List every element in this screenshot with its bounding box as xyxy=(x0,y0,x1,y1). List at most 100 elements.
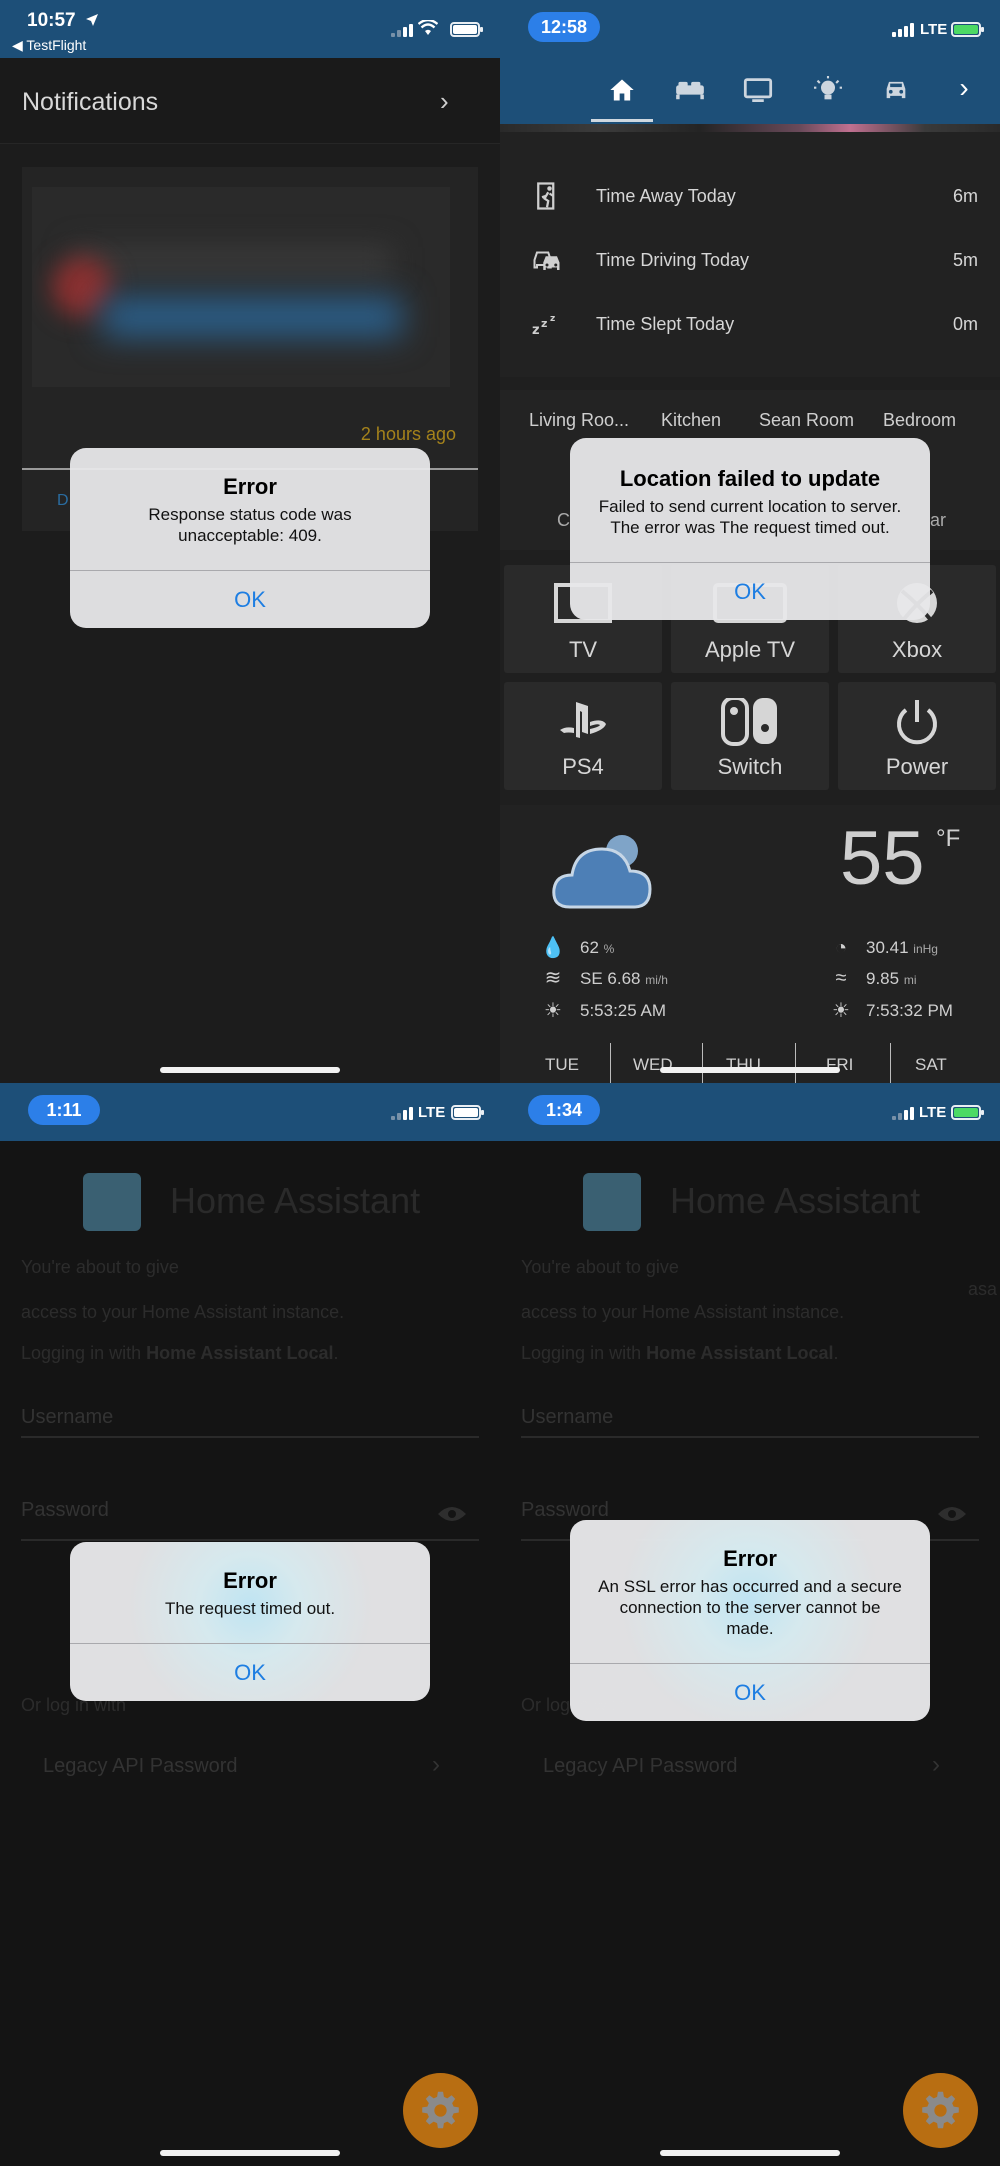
svg-text:z: z xyxy=(532,323,540,338)
logging-in-text: Logging in with Home Assistant Local. xyxy=(521,1343,839,1364)
svg-text:z: z xyxy=(541,317,547,330)
blurred-image xyxy=(32,187,450,387)
password-field[interactable]: Password xyxy=(521,1499,609,1522)
sunrise-time: 5:53:25 AM xyxy=(580,1001,667,1020)
tile-label: Switch xyxy=(717,754,783,779)
intro-text: You're about to give xyxy=(21,1257,179,1277)
chevron-right-icon: › xyxy=(932,1751,940,1778)
temperature-unit: °F xyxy=(936,825,961,852)
tab-cars[interactable] xyxy=(881,76,911,106)
battery-icon xyxy=(451,1105,484,1120)
intro-text: access to your Home Assistant instance. xyxy=(521,1302,845,1322)
room-sean-room[interactable]: Sean Room xyxy=(759,410,854,431)
home-indicator[interactable] xyxy=(660,2150,840,2156)
home-indicator[interactable] xyxy=(160,2150,340,2156)
back-to-testflight-link[interactable]: ◀ TestFlight xyxy=(12,37,86,54)
visibility: 9.85 mi xyxy=(866,969,917,989)
header-image-strip xyxy=(500,124,1000,132)
eye-icon[interactable] xyxy=(437,1504,467,1524)
username-field[interactable]: Username xyxy=(21,1406,113,1429)
signal-icon xyxy=(391,1106,413,1120)
username-field[interactable]: Username xyxy=(521,1406,613,1429)
home-indicator[interactable] xyxy=(660,1067,840,1073)
alert-ok-button[interactable]: OK xyxy=(570,562,930,620)
divider xyxy=(21,1539,479,1541)
stat-row[interactable]: Time Driving Today 5m xyxy=(500,241,1000,281)
settings-button[interactable] xyxy=(903,2073,978,2148)
tile-label: Power xyxy=(885,754,949,779)
status-bar: 10:57 ◀ TestFlight xyxy=(0,0,500,58)
provider-name: Home Assistant Local xyxy=(146,1343,334,1363)
eye-icon[interactable] xyxy=(937,1504,967,1524)
status-time: 12:58 xyxy=(528,12,600,42)
gear-icon xyxy=(422,2091,459,2129)
alert-message: An SSL error has occurred and a secure c… xyxy=(598,1577,902,1638)
logging-in-suffix: . xyxy=(333,1343,339,1363)
settings-button[interactable] xyxy=(403,2073,478,2148)
status-bar: 12:58 LTE xyxy=(500,0,1000,58)
tile-ps4[interactable]: PS4 xyxy=(504,682,662,790)
alert-ok-button[interactable]: OK xyxy=(70,1643,430,1701)
sunrise-icon: ☀ xyxy=(544,1000,562,1022)
notifications-header[interactable]: Notifications › xyxy=(0,58,500,144)
forecast-day: SAT xyxy=(915,1055,947,1074)
legacy-api-password-option[interactable]: Legacy API Password xyxy=(43,1755,238,1778)
logging-in-text: Logging in with Home Assistant Local. xyxy=(21,1343,339,1364)
visibility-value: 9.85 xyxy=(866,969,900,988)
room-kitchen[interactable]: Kitchen xyxy=(661,410,721,431)
status-bar: 1:11 LTE xyxy=(0,1083,500,1141)
dashboard-screen: 12:58 LTE › Time Away Today 6m Time Driv… xyxy=(500,0,1000,1083)
stat-row[interactable]: zzz Time Slept Today 0m xyxy=(500,305,1000,345)
alert-ok-button[interactable]: OK xyxy=(70,570,430,628)
room-bedroom[interactable]: Bedroom xyxy=(883,410,956,431)
stat-label: Time Driving Today xyxy=(596,250,750,270)
tab-lights[interactable] xyxy=(813,76,843,106)
room-living-room[interactable]: Living Roo... xyxy=(529,410,629,431)
intro-text-overflow: asa xyxy=(968,1279,998,1299)
intro-text: access to your Home Assistant instance. xyxy=(21,1302,345,1322)
cloud-icon xyxy=(552,835,652,909)
tab-home[interactable] xyxy=(607,76,637,106)
car-icon xyxy=(886,81,906,99)
login-screen: 1:11 LTE Home Assistant You're about to … xyxy=(0,1083,500,2166)
alert-ok-button[interactable]: OK xyxy=(570,1663,930,1721)
tab-media[interactable] xyxy=(743,76,773,106)
svg-text:z: z xyxy=(550,314,555,324)
legacy-api-password-option[interactable]: Legacy API Password xyxy=(543,1755,738,1778)
divider xyxy=(21,1436,479,1438)
timeout-error-alert: Error The request timed out. OK xyxy=(70,1542,430,1701)
wind: SE 6.68 mi/h xyxy=(580,969,668,989)
divider xyxy=(521,1436,979,1438)
pressure-value: 30.41 xyxy=(866,938,909,957)
weather-card[interactable]: 55 °F 💧 62 % ≋ SE 6.68 mi/h ☀ 5:53:25 AM… xyxy=(500,805,1000,1083)
tile-switch[interactable]: Switch xyxy=(671,682,829,790)
status-time: 1:34 xyxy=(528,1095,600,1125)
wind-unit: mi/h xyxy=(645,973,668,987)
tile-power[interactable]: Power xyxy=(838,682,996,790)
home-indicator[interactable] xyxy=(160,1067,340,1073)
tab-more[interactable]: › xyxy=(949,72,979,103)
logging-in-prefix: Logging in with xyxy=(521,1343,647,1363)
walking-icon xyxy=(537,182,555,210)
status-time: 10:57 xyxy=(27,10,76,31)
home-assistant-logo xyxy=(83,1173,141,1231)
password-field[interactable]: Password xyxy=(21,1499,109,1522)
home-assistant-logo xyxy=(583,1173,641,1231)
signal-icon xyxy=(892,1106,914,1120)
tv-icon xyxy=(743,78,773,102)
lightbulb-icon xyxy=(814,76,842,100)
active-tab-indicator xyxy=(591,119,653,122)
pressure-gauge-icon: ◔ xyxy=(834,937,848,959)
notifications-screen: 10:57 ◀ TestFlight Notifications › 2 hou… xyxy=(0,0,500,1083)
forecast-day: TUE xyxy=(545,1055,579,1074)
temperature-value: 55 xyxy=(840,816,925,901)
location-error-alert: Location failed to update Failed to send… xyxy=(570,438,930,620)
humidity-unit: % xyxy=(603,942,615,956)
room-tile-label: ar xyxy=(930,510,947,530)
tab-bedroom[interactable] xyxy=(675,76,705,106)
page-title: Home Assistant xyxy=(670,1180,921,1221)
card-action-button[interactable]: D xyxy=(57,492,69,510)
status-time: 1:11 xyxy=(28,1095,100,1125)
page-title: Home Assistant xyxy=(170,1180,421,1221)
stat-row[interactable]: Time Away Today 6m xyxy=(500,177,1000,217)
